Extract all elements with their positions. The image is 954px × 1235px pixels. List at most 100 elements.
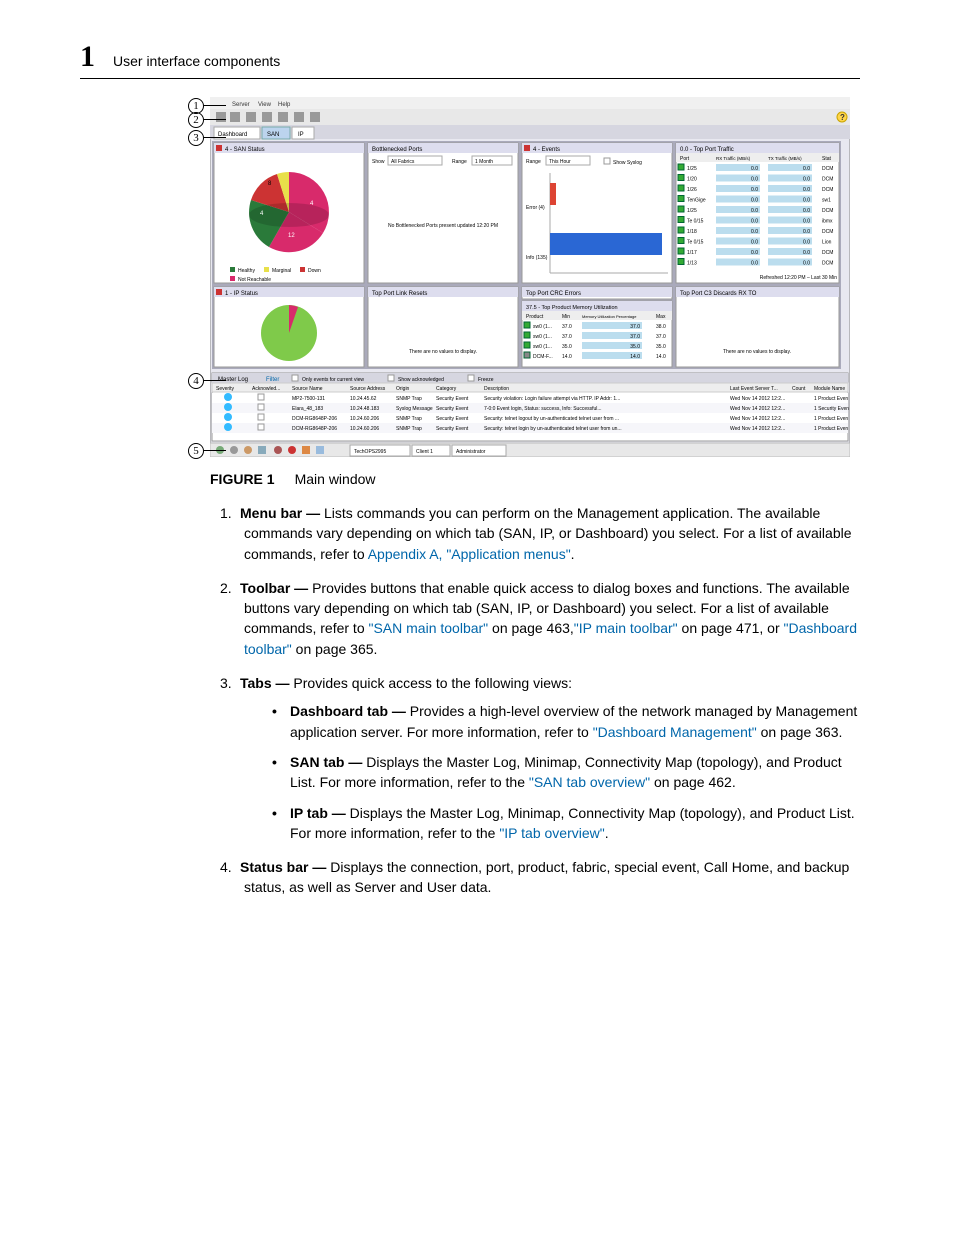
- svg-text:7-0:0 Event login, St: 7-0:0 Event login, Status: success, Info…: [484, 406, 602, 412]
- svg-text:10.24.48.183: 10.24.48.183: [350, 406, 379, 412]
- svg-text:1/18: 1/18: [687, 229, 697, 235]
- link-appendix-a[interactable]: Appendix A, "Application menus": [368, 546, 571, 562]
- svg-text:Port: Port: [680, 156, 690, 162]
- svg-text:0.0: 0.0: [751, 250, 758, 256]
- svg-text:35.0: 35.0: [562, 344, 572, 350]
- link-dashboard-mgmt[interactable]: "Dashboard Management": [593, 724, 757, 740]
- svg-text:Range: Range: [452, 159, 467, 165]
- svg-text:37.0: 37.0: [562, 324, 572, 330]
- chapter-title: User interface components: [113, 53, 280, 69]
- svg-text:TenGige: TenGige: [687, 198, 706, 204]
- svg-text:1/25: 1/25: [687, 208, 697, 214]
- svg-text:Security violation: Login fail: Security violation: Login failure attemp…: [484, 396, 620, 402]
- svg-text:0.0: 0.0: [803, 187, 810, 193]
- svg-text:Category: Category: [436, 386, 457, 392]
- svg-text:1 Product Even: 1 Product Even: [814, 396, 848, 402]
- svg-text:sw0 (1...: sw0 (1...: [533, 324, 552, 330]
- svg-text:RX Traffic (MB/s): RX Traffic (MB/s): [716, 156, 751, 161]
- svg-text:38.0: 38.0: [656, 324, 666, 330]
- svg-text:sw0 (1...: sw0 (1...: [533, 344, 552, 350]
- svg-text:1/25: 1/25: [687, 166, 697, 172]
- svg-text:Syslog Message: Syslog Message: [396, 406, 433, 412]
- subitem-ip-tab: IP tab — Displays the Master Log, Minima…: [272, 803, 860, 844]
- svg-text:Help: Help: [278, 102, 291, 108]
- svg-text:DCM: DCM: [822, 261, 833, 267]
- svg-text:This Hour: This Hour: [549, 159, 571, 165]
- link-ip-tab[interactable]: "IP tab overview": [499, 825, 604, 841]
- svg-text:1/17: 1/17: [687, 250, 697, 256]
- figure-main-window: 1 2 3 4 5 Server View Help ? Dashboard S…: [210, 97, 860, 457]
- svg-text:0.0: 0.0: [803, 208, 810, 214]
- screenshot-svg: Server View Help ? Dashboard SAN IP 4 - …: [210, 97, 850, 457]
- item-status-bar: 4.Status bar — Displays the connection, …: [220, 857, 860, 898]
- svg-text:Not Reachable: Not Reachable: [238, 277, 271, 283]
- svg-text:DCM-RG8648P-206: DCM-RG8648P-206: [292, 426, 337, 432]
- subitem-dashboard-tab: Dashboard tab — Provides a high-level ov…: [272, 701, 860, 742]
- svg-text:1/13: 1/13: [687, 261, 697, 267]
- svg-text:37.0: 37.0: [562, 334, 572, 340]
- svg-text:Severity: Severity: [216, 386, 235, 392]
- svg-text:Refreshed 12:20 PM – Last 30 M: Refreshed 12:20 PM – Last 30 Min: [760, 275, 837, 281]
- svg-text:Security Event: Security Event: [436, 396, 469, 402]
- svg-text:4 - SAN Status: 4 - SAN Status: [225, 147, 265, 153]
- item-toolbar: 2.Toolbar — Provides buttons that enable…: [220, 578, 860, 659]
- link-san-tab[interactable]: "SAN tab overview": [529, 774, 650, 790]
- svg-text:Security Event: Security Event: [436, 426, 469, 432]
- svg-text:Security: telnet logout by un-: Security: telnet logout by un-authentica…: [484, 416, 619, 422]
- svg-text:Filter: Filter: [266, 377, 279, 383]
- svg-text:Source Name: Source Name: [292, 386, 323, 392]
- svg-text:10.24.45.62: 10.24.45.62: [350, 396, 377, 402]
- svg-text:There are no values to display: There are no values to display.: [723, 349, 791, 355]
- svg-text:DCM: DCM: [822, 250, 833, 256]
- svg-text:IP: IP: [298, 132, 304, 138]
- svg-text:37.0: 37.0: [630, 334, 640, 340]
- svg-text:0.0: 0.0: [751, 240, 758, 246]
- svg-text:4 - Events: 4 - Events: [533, 147, 560, 153]
- svg-text:There are no values to display: There are no values to display.: [409, 349, 477, 355]
- svg-text:Module Name: Module Name: [814, 386, 845, 392]
- component-list: 1.Menu bar — Lists commands you can perf…: [220, 503, 860, 898]
- svg-text:Show acknowledged: Show acknowledged: [398, 377, 444, 383]
- svg-text:Down: Down: [308, 268, 321, 274]
- svg-text:Only events for current view: Only events for current view: [302, 377, 364, 383]
- link-ip-toolbar[interactable]: "IP main toolbar": [574, 620, 678, 636]
- svg-text:1 Month: 1 Month: [475, 159, 493, 165]
- svg-text:Max: Max: [656, 314, 666, 320]
- svg-text:14.0: 14.0: [562, 354, 572, 360]
- svg-text:Info (135): Info (135): [526, 255, 548, 261]
- svg-text:Wed Nov 14 2012 12:2...: Wed Nov 14 2012 12:2...: [730, 406, 785, 412]
- svg-text:0.0: 0.0: [803, 198, 810, 204]
- svg-text:Stat: Stat: [822, 156, 832, 162]
- svg-text:0.0: 0.0: [803, 177, 810, 183]
- svg-text:DCM: DCM: [822, 208, 833, 214]
- svg-text:Freeze: Freeze: [478, 377, 494, 383]
- svg-text:DCM: DCM: [822, 187, 833, 193]
- svg-text:Elara_48_183: Elara_48_183: [292, 406, 323, 412]
- svg-text:Description: Description: [484, 386, 509, 392]
- svg-text:1/26: 1/26: [687, 187, 697, 193]
- svg-text:Source Address: Source Address: [350, 386, 386, 392]
- svg-text:Top Port C3 Discards RX TO: Top Port C3 Discards RX TO: [680, 291, 757, 297]
- svg-text:Show Syslog: Show Syslog: [613, 160, 642, 166]
- svg-text:DCM: DCM: [822, 229, 833, 235]
- figure-caption: FIGURE 1Main window: [210, 471, 860, 487]
- svg-text:Memory Utilization Percentage: Memory Utilization Percentage: [582, 314, 637, 319]
- chapter-number: 1: [80, 40, 95, 74]
- svg-text:1 Product Even: 1 Product Even: [814, 426, 848, 432]
- subitem-san-tab: SAN tab — Displays the Master Log, Minim…: [272, 752, 860, 793]
- svg-text:Count: Count: [792, 386, 806, 392]
- svg-text:Acknowled...: Acknowled...: [252, 386, 280, 392]
- link-san-toolbar[interactable]: "SAN main toolbar": [369, 620, 489, 636]
- svg-text:Security Event: Security Event: [436, 416, 469, 422]
- svg-text:10.24.60.206: 10.24.60.206: [350, 416, 379, 422]
- svg-text:Wed Nov 14 2012 12:2...: Wed Nov 14 2012 12:2...: [730, 396, 785, 402]
- svg-text:14.0: 14.0: [656, 354, 666, 360]
- svg-text:?: ?: [840, 113, 845, 122]
- item-tabs: 3.Tabs — Provides quick access to the fo…: [220, 673, 860, 843]
- svg-text:DCM: DCM: [822, 166, 833, 172]
- svg-text:sw1: sw1: [822, 198, 831, 204]
- svg-text:SNMP Trap: SNMP Trap: [396, 416, 422, 422]
- svg-text:1/20: 1/20: [687, 177, 697, 183]
- svg-text:SNMP Trap: SNMP Trap: [396, 396, 422, 402]
- item-menu-bar: 1.Menu bar — Lists commands you can perf…: [220, 503, 860, 564]
